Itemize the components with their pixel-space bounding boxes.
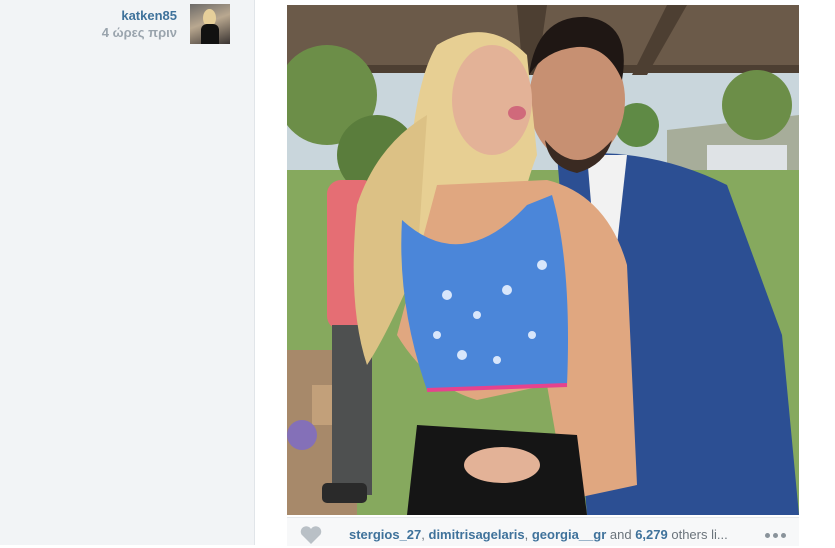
photo-flowers [287,420,317,450]
post-timestamp[interactable]: 4 ώρες πριν [102,25,177,40]
heart-icon [300,526,322,544]
likes-and-word: and [606,527,636,542]
likes-separator: , [524,527,532,542]
likes-others-text: others li... [667,527,728,542]
like-button[interactable] [299,525,323,545]
author-username[interactable]: katken85 [121,8,177,23]
photo-house [707,145,787,173]
post-meta-panel: katken85 4 ώρες πριν [0,0,255,545]
post-photo[interactable] [287,5,799,515]
more-options-icon-dot [780,533,786,538]
more-options-button[interactable] [761,526,789,540]
likes-count[interactable]: 6,279 [635,527,668,542]
photo-hands [464,447,540,483]
photo-background-person-shoe [322,483,367,503]
photo-woman-lips [508,106,526,120]
liker-link[interactable]: stergios_27 [349,527,421,542]
post-photo-illustration [287,5,799,515]
liker-link[interactable]: dimitrisagelaris [429,527,525,542]
author-avatar[interactable] [190,4,230,44]
post-actions-bar: stergios_27, dimitrisagelaris, georgia__… [287,517,799,546]
photo-foliage [722,70,792,140]
likes-separator: , [421,527,429,542]
likes-summary: stergios_27, dimitrisagelaris, georgia__… [349,527,749,542]
photo-woman-face [452,45,532,155]
more-options-icon-dot [772,533,778,538]
avatar-dress-shape [201,24,219,44]
liker-link[interactable]: georgia__gr [532,527,606,542]
more-options-icon [764,533,770,538]
